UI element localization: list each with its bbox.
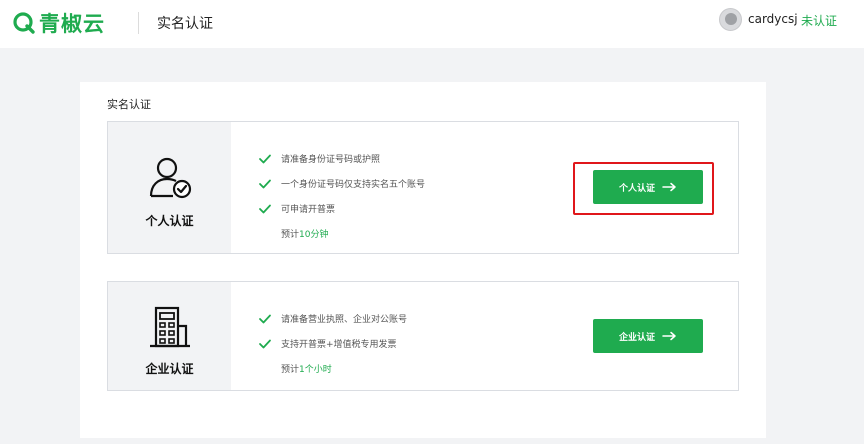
requirement-text: 请准备营业执照、企业对公账号 bbox=[281, 315, 408, 325]
requirement-text: 请准备身份证号码或护照 bbox=[281, 155, 381, 165]
q-logo-icon bbox=[13, 12, 35, 34]
page-title: 实名认证 bbox=[157, 16, 213, 32]
enterprise-card-label: 企业认证 bbox=[145, 362, 194, 376]
personal-requirements: 请准备身份证号码或护照 一个身份证号码仅支持实名五个账号 可申请开普票 预计 10… bbox=[258, 146, 425, 246]
enterprise-verify-button-label: 企业认证 bbox=[618, 332, 655, 343]
list-item: 可申请开普票 bbox=[258, 196, 425, 221]
enterprise-verification-card: 企业认证 请准备营业执照、企业对公账号 支持开普票+增值税专用发票 预计 1个小时… bbox=[107, 281, 739, 391]
check-icon bbox=[259, 314, 271, 323]
personal-verify-button-label: 个人认证 bbox=[618, 183, 655, 194]
enterprise-verify-button[interactable]: 企业认证 bbox=[593, 319, 703, 353]
check-icon bbox=[259, 154, 271, 163]
list-item: 一个身份证号码仅支持实名五个账号 bbox=[258, 171, 425, 196]
enterprise-time-estimate: 预计 1个小时 bbox=[258, 356, 407, 381]
check-icon bbox=[259, 339, 271, 348]
username[interactable]: cardycsj bbox=[748, 12, 798, 26]
check-icon bbox=[259, 204, 271, 213]
list-item: 支持开普票+增值税专用发票 bbox=[258, 331, 407, 356]
verification-panel: 实名认证 个人认证 请准备身份证号码或护照 一个身份证号码仅支持实名五个账号 可… bbox=[80, 82, 766, 438]
personal-card-side: 个人认证 bbox=[108, 122, 231, 253]
estimate-prefix: 预计 bbox=[281, 230, 300, 240]
top-header: 青椒云 实名认证 cardycsj 未认证 bbox=[0, 0, 864, 48]
personal-verification-card: 个人认证 请准备身份证号码或护照 一个身份证号码仅支持实名五个账号 可申请开普票… bbox=[107, 121, 739, 254]
building-icon bbox=[150, 306, 190, 348]
personal-card-label: 个人认证 bbox=[145, 214, 194, 228]
enterprise-card-side: 企业认证 bbox=[108, 282, 231, 390]
verification-status-link[interactable]: 未认证 bbox=[801, 12, 837, 29]
personal-time-estimate: 预计 10分钟 bbox=[258, 221, 425, 246]
arrow-right-icon bbox=[662, 331, 676, 341]
check-icon bbox=[259, 179, 271, 188]
requirement-text: 支持开普票+增值税专用发票 bbox=[281, 340, 397, 350]
arrow-right-icon bbox=[662, 182, 676, 192]
header-divider bbox=[138, 12, 139, 34]
enterprise-requirements: 请准备营业执照、企业对公账号 支持开普票+增值税专用发票 预计 1个小时 bbox=[258, 306, 407, 381]
list-item: 请准备营业执照、企业对公账号 bbox=[258, 306, 407, 331]
brand-logo[interactable]: 青椒云 bbox=[12, 8, 105, 38]
logo-text: 青椒云 bbox=[39, 12, 105, 36]
requirement-text: 一个身份证号码仅支持实名五个账号 bbox=[281, 180, 426, 190]
panel-title: 实名认证 bbox=[107, 98, 151, 111]
requirement-text: 可申请开普票 bbox=[281, 205, 336, 215]
estimate-value: 10分钟 bbox=[299, 230, 329, 240]
user-verified-icon bbox=[149, 157, 192, 199]
estimate-value: 1个小时 bbox=[299, 365, 332, 375]
list-item: 请准备身份证号码或护照 bbox=[258, 146, 425, 171]
personal-verify-button[interactable]: 个人认证 bbox=[593, 170, 703, 204]
avatar[interactable] bbox=[719, 8, 742, 31]
estimate-prefix: 预计 bbox=[281, 365, 300, 375]
